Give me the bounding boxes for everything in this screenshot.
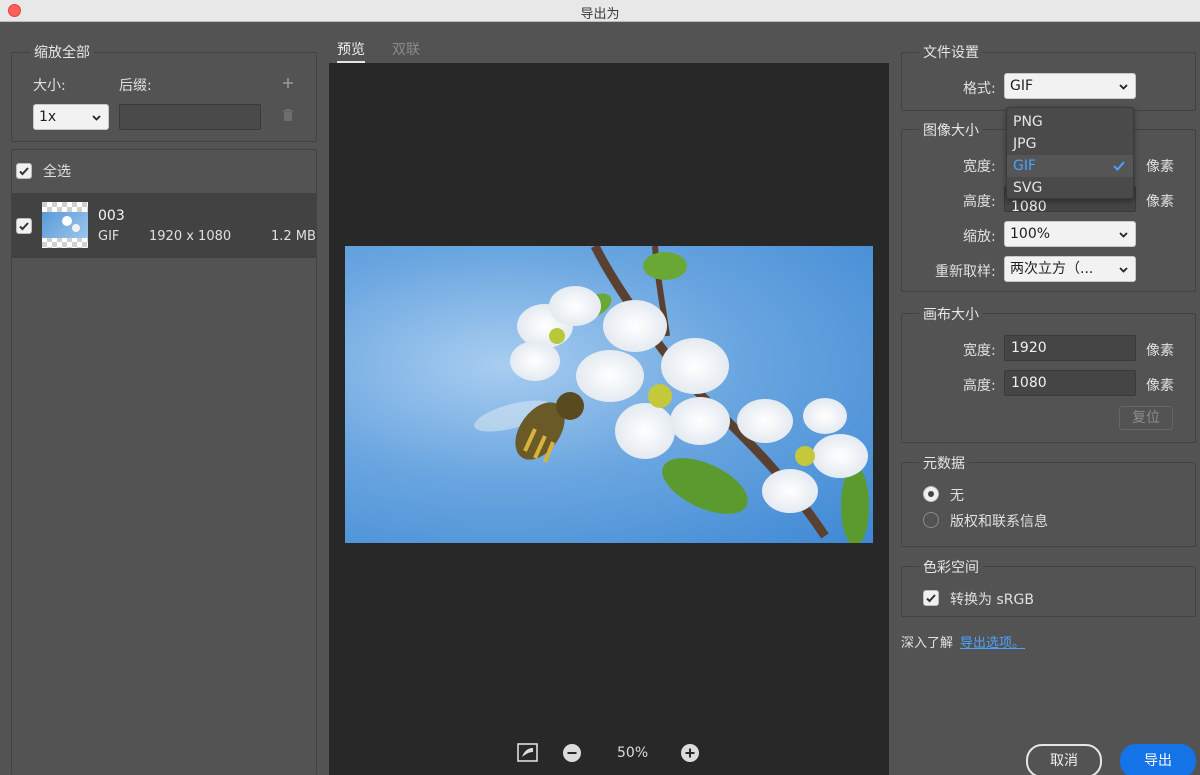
image-height-value: 1080 (1011, 199, 1047, 212)
image-width-unit: 像素 (1146, 159, 1174, 175)
add-icon[interactable] (281, 76, 295, 90)
reset-button[interactable]: 复位 (1119, 406, 1173, 430)
asset-row[interactable]: 003 GIF 1920 x 1080 1.2 MB (12, 193, 316, 258)
format-dropdown-menu: PNG JPG GIF SVG (1006, 107, 1134, 199)
fit-view-icon[interactable] (517, 743, 538, 762)
format-option-gif-label: GIF (1013, 158, 1037, 174)
image-width-label: 宽度: (963, 159, 996, 175)
chevron-down-icon (92, 115, 101, 121)
scale-select[interactable]: 100% (1004, 221, 1136, 247)
canvas-width-unit: 像素 (1146, 343, 1174, 359)
scale-select-value: 100% (1010, 226, 1051, 242)
size-label: 大小: (33, 78, 66, 94)
format-label: 格式: (963, 81, 996, 97)
flower-bee-illustration (474, 246, 869, 543)
size-select[interactable]: 1x (33, 104, 109, 130)
canvas-width-input[interactable]: 1920 (1004, 335, 1136, 361)
format-select[interactable]: GIF (1004, 73, 1136, 99)
canvas-height-label: 高度: (963, 378, 996, 394)
cancel-button[interactable]: 取消 (1026, 744, 1102, 775)
chevron-down-icon (1119, 267, 1128, 273)
canvas-size-title: 画布大小 (919, 304, 983, 324)
image-size-title: 图像大小 (919, 120, 983, 140)
chevron-down-icon (1119, 84, 1128, 90)
suffix-input[interactable] (119, 104, 261, 130)
format-option-svg[interactable]: SVG (1007, 177, 1133, 199)
learn-more-text: 深入了解 (901, 636, 954, 651)
suffix-label: 后缀: (119, 78, 152, 94)
resample-label: 重新取样: (935, 264, 996, 280)
resample-select-value: 两次立方（... (1010, 261, 1094, 277)
canvas-height-input[interactable]: 1080 (1004, 370, 1136, 396)
export-options-link[interactable]: 导出选项。 (960, 632, 1025, 651)
scale-all-title: 缩放全部 (30, 42, 94, 62)
metadata-none-radio[interactable] (923, 486, 939, 502)
canvas-width-label: 宽度: (963, 343, 996, 359)
bee (474, 392, 584, 463)
metadata-none-label: 无 (950, 488, 964, 504)
window-title: 导出为 (580, 7, 620, 22)
metadata-copyright-label: 版权和联系信息 (950, 514, 1048, 530)
export-button[interactable]: 导出 (1120, 744, 1196, 775)
asset-name: 003 (98, 208, 125, 224)
chevron-down-icon (1119, 232, 1128, 238)
asset-filesize: 1.2 MB (271, 229, 316, 244)
tab-preview-label: 预览 (337, 42, 365, 58)
select-all-checkbox[interactable] (16, 163, 32, 179)
size-select-value: 1x (39, 109, 57, 125)
image-height-unit: 像素 (1146, 194, 1174, 210)
metadata-box (901, 462, 1196, 547)
format-option-png[interactable]: PNG (1007, 111, 1133, 133)
resample-select[interactable]: 两次立方（... (1004, 256, 1136, 282)
select-all-label: 全选 (43, 164, 71, 180)
preview-image (345, 246, 873, 543)
tab-preview[interactable]: 预览 (337, 39, 365, 63)
trash-icon[interactable] (281, 108, 295, 122)
zoom-level: 50% (617, 745, 649, 761)
image-height-label: 高度: (963, 194, 996, 210)
metadata-copyright-radio[interactable] (923, 512, 939, 528)
zoom-out-icon[interactable] (562, 743, 582, 763)
asset-thumbnail (42, 202, 88, 248)
scale-label: 缩放: (963, 229, 996, 245)
metadata-title: 元数据 (919, 453, 969, 473)
title-bar: 导出为 (0, 0, 1200, 22)
format-select-value: GIF (1010, 78, 1034, 94)
tab-2up[interactable]: 双联 (392, 39, 420, 63)
canvas-height-unit: 像素 (1146, 378, 1174, 394)
format-option-gif[interactable]: GIF (1007, 155, 1133, 177)
asset-checkbox[interactable] (16, 218, 32, 234)
file-settings-title: 文件设置 (919, 42, 983, 62)
convert-srgb-label: 转换为 sRGB (950, 592, 1034, 608)
zoom-in-icon[interactable] (680, 743, 700, 763)
format-option-jpg[interactable]: JPG (1007, 133, 1133, 155)
color-space-title: 色彩空间 (919, 557, 983, 577)
checkmark-icon (1113, 161, 1125, 171)
convert-srgb-checkbox[interactable] (923, 590, 939, 606)
asset-dimensions: 1920 x 1080 (149, 229, 232, 244)
tab-2up-label: 双联 (392, 42, 420, 58)
asset-format: GIF (98, 229, 120, 244)
preview-tabs: 预览 双联 (329, 36, 889, 63)
